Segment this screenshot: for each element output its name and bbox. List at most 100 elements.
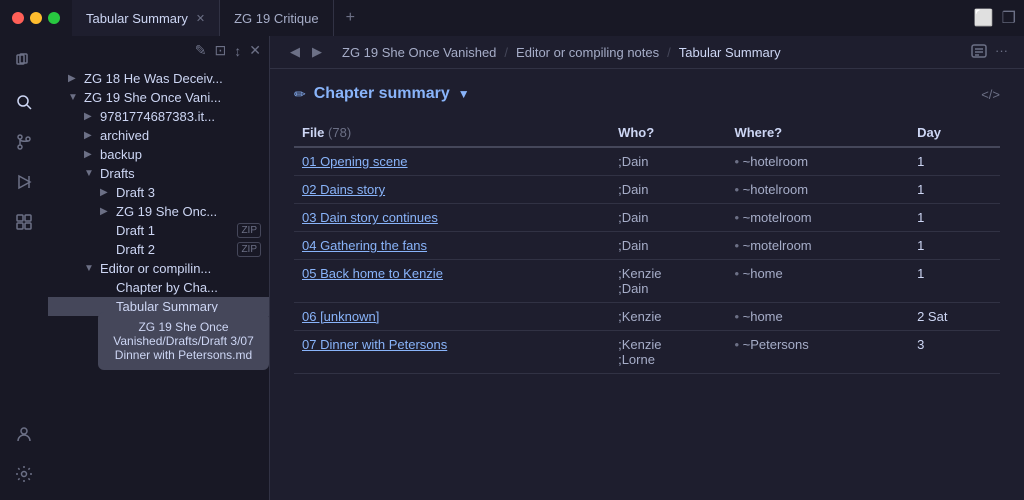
- close-tab-button[interactable]: ✕: [196, 12, 205, 25]
- maximize-icon[interactable]: ❐: [1002, 8, 1016, 28]
- sidebar-item-label: Editor or compilin...: [100, 261, 261, 276]
- breadcrumb-part-1[interactable]: ZG 19 She Once Vanished: [342, 45, 496, 60]
- maximize-window-button[interactable]: [48, 12, 60, 24]
- where-cell: • ~home: [726, 260, 909, 303]
- day-cell: 1: [909, 204, 1000, 232]
- breadcrumb-part-2[interactable]: Editor or compiling notes: [516, 45, 659, 60]
- search-activity-icon[interactable]: [6, 84, 42, 120]
- who-cell: ;Dain: [610, 204, 726, 232]
- chapter-dropdown-icon[interactable]: ▼: [458, 87, 470, 101]
- sort-icon[interactable]: ↕: [234, 43, 241, 59]
- who-value: ;Dain: [618, 210, 718, 225]
- tab-label: ZG 19 Critique: [234, 11, 319, 26]
- file-link[interactable]: 02 Dains story: [302, 182, 385, 197]
- who-value: ;Kenzie: [618, 309, 718, 324]
- sidebar-item-tabular-summary[interactable]: ▶ Tabular Summary: [48, 297, 269, 316]
- new-folder-icon[interactable]: ⊡: [215, 42, 227, 59]
- breadcrumb-current: Tabular Summary: [679, 45, 781, 60]
- sidebar-item-drafts[interactable]: ▼ Drafts: [48, 164, 269, 183]
- who-value: ;Kenzie: [618, 266, 718, 281]
- more-options-icon[interactable]: ···: [995, 43, 1008, 62]
- sidebar-toolbar: ✎ ⊡ ↕ ✕: [48, 36, 269, 65]
- who-cell: ;Dain: [610, 232, 726, 260]
- file-link[interactable]: 05 Back home to Kenzie: [302, 266, 443, 281]
- window-controls: ⬜ ❐: [966, 0, 1024, 36]
- where-cell: • ~motelroom: [726, 204, 909, 232]
- day-cell: 1: [909, 232, 1000, 260]
- breadcrumb-separator: /: [504, 45, 508, 60]
- activity-bar-bottom: [6, 416, 42, 492]
- day-column-header: Day: [909, 119, 1000, 147]
- sidebar-item-label: backup: [100, 147, 261, 162]
- sidebar-item-label: Draft 3: [116, 185, 261, 200]
- where-value: • ~motelroom: [734, 238, 901, 253]
- editor-content: ✏ Chapter summary ▼ </> File (78) Who? W…: [270, 69, 1024, 500]
- sidebar-item-label: Draft 2: [116, 242, 229, 257]
- who-value: ;Lorne: [618, 352, 718, 367]
- pencil-icon: ✏: [294, 86, 306, 103]
- extensions-activity-icon[interactable]: [6, 204, 42, 240]
- where-value: • ~home: [734, 266, 901, 281]
- tab-zg19-critique[interactable]: ZG 19 Critique: [220, 0, 334, 36]
- chevron-right-icon: ▶: [100, 187, 112, 198]
- sidebar-item-archived[interactable]: ▶ archived: [48, 126, 269, 145]
- tab-tabular-summary[interactable]: Tabular Summary ✕: [72, 0, 220, 36]
- settings-activity-icon[interactable]: [6, 456, 42, 492]
- close-window-button[interactable]: [12, 12, 24, 24]
- add-tab-button[interactable]: +: [334, 0, 367, 36]
- code-toggle-button[interactable]: </>: [981, 87, 1000, 102]
- sidebar-item-chapter-by-cha[interactable]: ▶ Chapter by Cha...: [48, 278, 269, 297]
- files-activity-icon[interactable]: [6, 44, 42, 80]
- file-link[interactable]: 06 [unknown]: [302, 309, 379, 324]
- sidebar-item-label: ZG 19 Critique: [100, 337, 261, 352]
- sidebar-item-zg19-critique[interactable]: ▶ ZG 19 Critique: [48, 335, 269, 354]
- forward-button[interactable]: ▶: [308, 42, 326, 62]
- file-link[interactable]: 04 Gathering the fans: [302, 238, 427, 253]
- minimize-window-button[interactable]: [30, 12, 42, 24]
- file-cell: 07 Dinner with Petersons: [294, 331, 610, 374]
- chevron-down-icon: ▼: [84, 263, 96, 274]
- day-cell: 2 Sat: [909, 303, 1000, 331]
- new-file-icon[interactable]: ✎: [195, 42, 207, 59]
- tabs-bar: Tabular Summary ✕ ZG 19 Critique + ⬜ ❐: [72, 0, 1024, 36]
- day-cell: 1: [909, 260, 1000, 303]
- zip-badge: ZIP: [237, 223, 261, 238]
- file-link[interactable]: 01 Opening scene: [302, 154, 408, 169]
- who-cell: ;Kenzie: [610, 303, 726, 331]
- close-sidebar-icon[interactable]: ✕: [249, 42, 261, 59]
- sidebar-item-draft3[interactable]: ▶ Draft 3: [48, 183, 269, 202]
- table-row: 03 Dain story continues ;Dain • ~motelroom…: [294, 204, 1000, 232]
- where-value: • ~hotelroom: [734, 182, 901, 197]
- run-activity-icon[interactable]: [6, 164, 42, 200]
- sidebar-item-editor-compiling[interactable]: ▼ Editor or compilin...: [48, 259, 269, 278]
- split-editor-icon[interactable]: ⬜: [974, 8, 994, 28]
- sidebar: ✎ ⊡ ↕ ✕ ▶ ZG 18 He Was Deceiv... ▼ ZG 19…: [48, 36, 270, 500]
- file-link[interactable]: 03 Dain story continues: [302, 210, 438, 225]
- sidebar-item-draft1[interactable]: ▶ Draft 1 ZIP: [48, 221, 269, 240]
- file-cell: 03 Dain story continues: [294, 204, 610, 232]
- sidebar-item-to-do[interactable]: ▶ To Do: [48, 316, 269, 335]
- sidebar-item-draft2[interactable]: ▶ Draft 2 ZIP: [48, 240, 269, 259]
- sidebar-item-label: 9781774687383.it...: [100, 109, 261, 124]
- who-cell: ;Dain: [610, 147, 726, 176]
- where-cell: • ~hotelroom: [726, 147, 909, 176]
- chevron-right-icon: ▶: [68, 73, 80, 84]
- sidebar-item-label: Tabular Summary: [116, 299, 261, 314]
- git-activity-icon[interactable]: [6, 124, 42, 160]
- sidebar-item-zg18[interactable]: ▶ ZG 18 He Was Deceiv...: [48, 69, 269, 88]
- chevron-right-icon: ▶: [84, 149, 96, 160]
- back-button[interactable]: ◀: [286, 42, 304, 62]
- account-activity-icon[interactable]: [6, 416, 42, 452]
- file-link[interactable]: 07 Dinner with Petersons: [302, 337, 447, 352]
- file-cell: 05 Back home to Kenzie: [294, 260, 610, 303]
- where-value: • ~Petersons: [734, 337, 901, 352]
- file-column-header: File (78): [294, 119, 610, 147]
- sidebar-item-zg19[interactable]: ▼ ZG 19 She Once Vani...: [48, 88, 269, 107]
- who-value: ;Kenzie: [618, 337, 718, 352]
- sidebar-item-backup[interactable]: ▶ backup: [48, 145, 269, 164]
- sidebar-item-filenums[interactable]: ▶ 9781774687383.it...: [48, 107, 269, 126]
- reader-mode-icon[interactable]: [971, 43, 987, 62]
- file-cell: 02 Dains story: [294, 176, 610, 204]
- who-cell: ;Dain: [610, 176, 726, 204]
- sidebar-item-zg19-she[interactable]: ▶ ZG 19 She Onc...: [48, 202, 269, 221]
